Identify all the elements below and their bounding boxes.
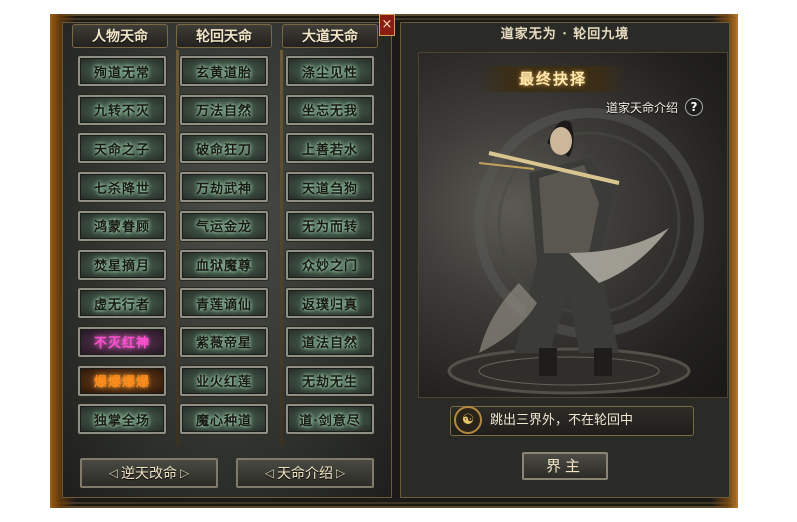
detail-title: 道家无为 · 轮回九境 <box>500 27 630 42</box>
dao-fate-intro-link[interactable]: 道家天命介绍 <box>606 98 678 118</box>
character-portrait <box>418 52 728 398</box>
close-button[interactable]: × <box>379 14 395 36</box>
fate-slot[interactable]: 坐忘无我 <box>286 94 374 125</box>
fate-slot[interactable]: 独掌全场 <box>78 404 166 435</box>
reverse-fate-label: 逆天改命 <box>121 466 177 482</box>
fate-intro-button[interactable]: ◁ 天命介绍 ▷ <box>236 458 374 488</box>
column-divider <box>176 50 179 446</box>
fate-slot[interactable]: 七杀降世 <box>78 172 166 203</box>
motto-text: 跳出三界外，不在轮回中 <box>490 413 634 428</box>
fate-slot[interactable]: 气运金龙 <box>180 210 268 241</box>
fate-slot[interactable]: 焚星摘月 <box>78 249 166 280</box>
fate-slot[interactable]: 返璞归真 <box>286 288 374 319</box>
fate-slot[interactable]: 魔心种道 <box>180 404 268 435</box>
column-divider <box>280 50 283 446</box>
column-header: 大道天命 <box>282 24 378 48</box>
fate-slot[interactable]: 道法自然 <box>286 326 374 357</box>
fate-slot[interactable]: 万法自然 <box>180 94 268 125</box>
taiji-icon: ☯ <box>454 406 482 434</box>
fate-slot[interactable]: 破命狂刀 <box>180 133 268 164</box>
fate-slot[interactable]: 青莲谪仙 <box>180 288 268 319</box>
fate-slot[interactable]: 无为而转 <box>286 210 374 241</box>
fate-slot[interactable]: 业火红莲 <box>180 365 268 396</box>
fate-slot[interactable]: 虚无行者 <box>78 288 166 319</box>
arrow-right-icon: ▷ <box>336 466 346 480</box>
arrow-right-icon: ▷ <box>180 466 190 480</box>
fate-slot[interactable]: 鸿蒙眷顾 <box>78 210 166 241</box>
arrow-left-icon: ◁ <box>108 466 118 480</box>
column-header: 人物天命 <box>72 24 168 48</box>
fate-slot[interactable]: 无劫无生 <box>286 365 374 396</box>
fate-slot[interactable]: 殉道无常 <box>78 56 166 86</box>
fate-slot[interactable]: 爆爆爆爆 <box>78 365 166 396</box>
fate-intro-label: 天命介绍 <box>277 466 333 482</box>
fate-slot[interactable]: 上善若水 <box>286 133 374 164</box>
fate-slot[interactable]: 涤尘见性 <box>286 56 374 86</box>
fate-slot[interactable]: 天道刍狗 <box>286 172 374 203</box>
swordsman-figure-icon <box>447 108 704 395</box>
fate-slot[interactable]: 玄黄道胎 <box>180 56 268 86</box>
fate-slot[interactable]: 天命之子 <box>78 133 166 164</box>
reverse-fate-button[interactable]: ◁ 逆天改命 ▷ <box>80 458 218 488</box>
arrow-left-icon: ◁ <box>264 466 274 480</box>
final-choice-banner: 最终抉择 <box>478 66 628 92</box>
fate-slot[interactable]: 不灭红神 <box>78 326 166 357</box>
fate-slot[interactable]: 紫薇帝星 <box>180 326 268 357</box>
fate-slot[interactable]: 九转不灭 <box>78 94 166 125</box>
confirm-button[interactable]: 界主 <box>522 452 608 480</box>
fate-slot[interactable]: 血狱魔尊 <box>180 249 268 280</box>
help-icon[interactable]: ? <box>685 98 703 116</box>
fate-slot[interactable]: 道·剑意尽 <box>286 404 374 435</box>
column-header: 轮回天命 <box>176 24 272 48</box>
fate-slot[interactable]: 众妙之门 <box>286 249 374 280</box>
fate-slot[interactable]: 万劫武神 <box>180 172 268 203</box>
